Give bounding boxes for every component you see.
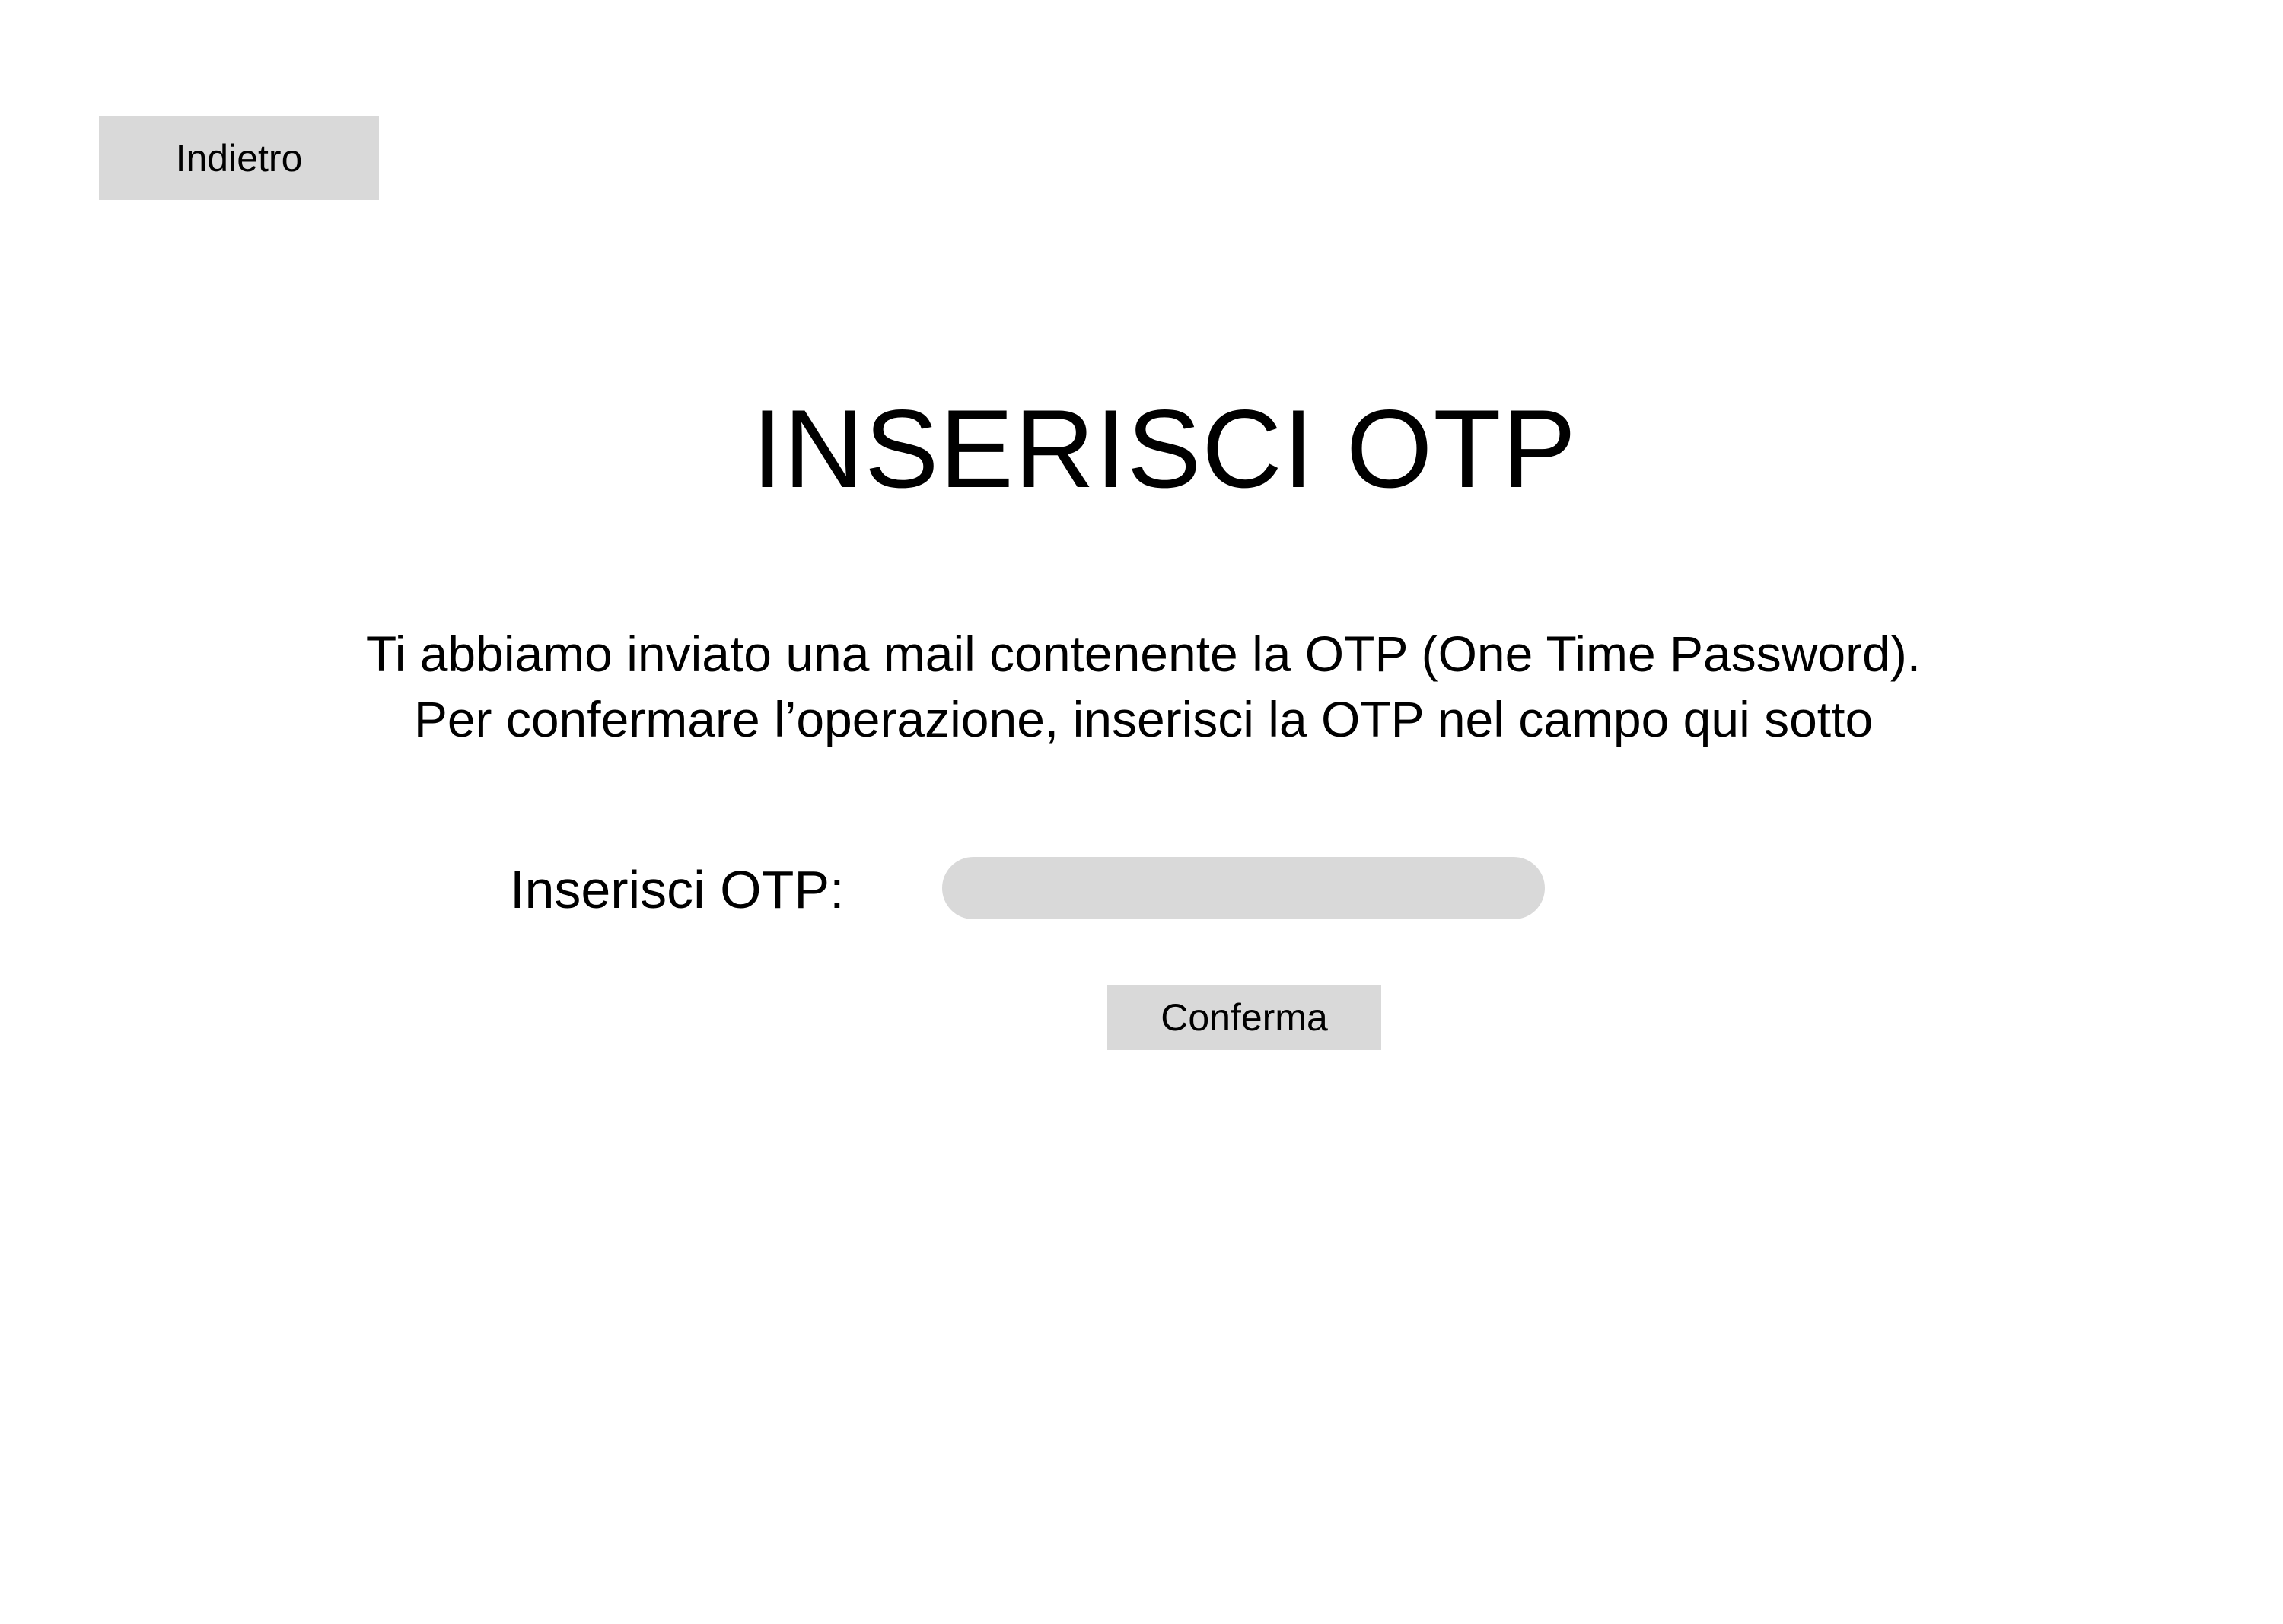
page-title: INSERISCI OTP xyxy=(752,387,1577,511)
back-button[interactable]: Indietro xyxy=(99,116,379,200)
instructions-line-2: Per confermare l’operazione, inserisci l… xyxy=(413,691,1874,747)
confirm-button[interactable]: Conferma xyxy=(1107,985,1381,1050)
otp-label: Inserisci OTP: xyxy=(510,860,845,919)
otp-input[interactable] xyxy=(942,857,1545,919)
instructions-text: Ti abbiamo inviato una mail contenente l… xyxy=(0,621,2283,752)
instructions-line-1: Ti abbiamo inviato una mail contenente l… xyxy=(365,626,1922,682)
